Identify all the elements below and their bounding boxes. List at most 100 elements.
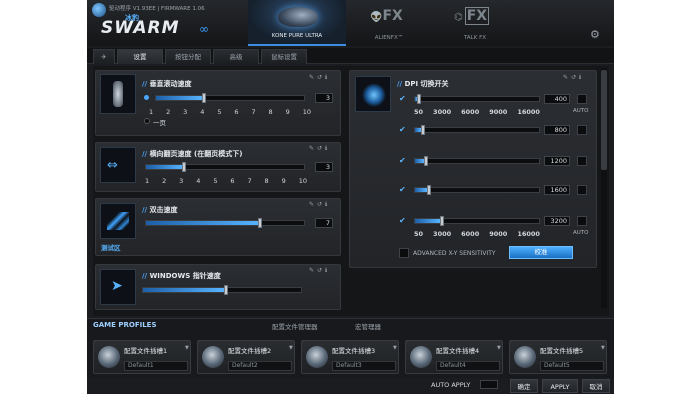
- advanced-xy-checkbox[interactable]: [399, 248, 409, 258]
- profile-slot-name: 配置文件插槽5: [540, 347, 584, 355]
- dpi-auto-checkbox[interactable]: [577, 156, 587, 166]
- chevron-down-icon[interactable]: ▼: [289, 345, 293, 351]
- dpi-slider[interactable]: [414, 94, 540, 104]
- alienfx-logo-icon: 👽FX: [370, 8, 403, 24]
- vertical-scroll-value[interactable]: 3: [315, 93, 333, 103]
- double-click-value[interactable]: 7: [315, 218, 333, 228]
- panel-actions[interactable]: ✎↺ℹ: [309, 74, 330, 81]
- dpi-checkbox-icon[interactable]: ✔: [399, 156, 406, 165]
- panel-actions[interactable]: ✎↺ℹ: [309, 267, 330, 274]
- dpi-checkbox-icon[interactable]: ✔: [399, 94, 406, 103]
- scroll-wheel-thumb-icon: [100, 74, 136, 114]
- dpi-checkbox-icon[interactable]: ✔: [399, 125, 406, 134]
- macro-manager-link[interactable]: 宏管理器: [355, 321, 381, 331]
- swarm-mark-icon: ∞: [199, 22, 209, 36]
- profile-default-field[interactable]: Default1: [124, 361, 188, 371]
- profiles-title: GAME PROFILES: [93, 321, 157, 329]
- auto-apply-label: AUTO APPLY: [431, 381, 471, 389]
- settings-gear-icon[interactable]: ⚙: [590, 28, 600, 41]
- version-label: 驱动程序 V1.93EE | FIRMWARE 1.06: [109, 6, 205, 12]
- ok-button[interactable]: 确定: [510, 379, 538, 393]
- dpi-slider[interactable]: [414, 185, 540, 195]
- panel-actions[interactable]: ✎↺ℹ: [309, 201, 330, 208]
- panel-title: // 横向翻页速度 (在翻页模式下): [142, 150, 243, 158]
- dpi-auto-label: AUTO: [573, 108, 589, 114]
- radio-scroll-lines[interactable]: [144, 95, 149, 100]
- dpi-slider[interactable]: [414, 216, 540, 226]
- tab-talkfx[interactable]: ⌬ FX TALK FX: [440, 0, 510, 46]
- cancel-button[interactable]: 取消: [582, 379, 610, 393]
- profile-slot[interactable]: 配置文件插槽3 ▼ Default3: [301, 340, 399, 374]
- dpi-auto-checkbox[interactable]: [577, 94, 587, 104]
- tab-button-assign[interactable]: 按钮分配: [165, 49, 211, 64]
- pin-tab[interactable]: ✈: [93, 49, 115, 64]
- panel-actions[interactable]: ✎↺ℹ: [563, 74, 584, 81]
- advanced-xy-label: ADVANCED X-Y SENSITIVITY: [413, 250, 496, 257]
- profile-mouse-icon: [410, 346, 432, 368]
- horizontal-arrows-icon: ⇔: [100, 147, 136, 183]
- dpi-slider[interactable]: [414, 125, 540, 135]
- dpi-ticks: 50 3000 6000 9000 16000: [414, 108, 540, 116]
- tab-settings[interactable]: 设置: [117, 49, 163, 64]
- dpi-auto-checkbox[interactable]: [577, 216, 587, 226]
- brand-title: SWARM: [101, 18, 180, 38]
- chevron-down-icon[interactable]: ▼: [601, 345, 605, 351]
- dpi-auto-checkbox[interactable]: [577, 185, 587, 195]
- panel-title: // 垂直滚动速度: [142, 80, 192, 88]
- chevron-down-icon[interactable]: ▼: [393, 345, 397, 351]
- profile-slot-name: 配置文件插槽3: [332, 347, 376, 355]
- apply-button[interactable]: APPLY: [542, 379, 578, 393]
- profile-default-field[interactable]: Default5: [540, 361, 604, 371]
- tab-label: TALK FX: [463, 35, 487, 41]
- dpi-ticks: 50 3000 6000 9000 16000: [414, 230, 540, 238]
- dpi-value[interactable]: 400: [544, 94, 570, 104]
- double-click-slider[interactable]: [145, 218, 305, 228]
- roccat-logo-icon: [92, 3, 106, 17]
- scrollbar-thumb[interactable]: [601, 70, 607, 170]
- dpi-checkbox-icon[interactable]: ✔: [399, 216, 406, 225]
- chevron-down-icon[interactable]: ▼: [185, 345, 189, 351]
- horizontal-scroll-slider[interactable]: [145, 162, 305, 172]
- radio-one-page-label: 一页: [153, 119, 166, 127]
- dpi-auto-checkbox[interactable]: [577, 125, 587, 135]
- profile-default-field[interactable]: Default3: [332, 361, 396, 371]
- app-window: 驱动程序 V1.93EE | FIRMWARE 1.06 冰豹 SWARM ∞ …: [87, 0, 614, 394]
- dpi-value[interactable]: 1600: [544, 185, 570, 195]
- dpi-checkbox-icon[interactable]: ✔: [399, 185, 406, 194]
- profile-mouse-icon: [202, 346, 224, 368]
- dpi-sensor-icon: [355, 76, 391, 112]
- horizontal-scroll-value[interactable]: 3: [315, 162, 333, 172]
- profile-default-field[interactable]: Default4: [436, 361, 500, 371]
- profile-slot[interactable]: 配置文件插槽5 ▼ Default5: [509, 340, 607, 374]
- dpi-value[interactable]: 800: [544, 125, 570, 135]
- tab-mouse-settings[interactable]: 鼠标设置: [261, 49, 307, 64]
- chevron-down-icon[interactable]: ▼: [497, 345, 501, 351]
- profile-mouse-icon: [98, 346, 120, 368]
- dpi-slider[interactable]: [414, 156, 540, 166]
- dpi-value[interactable]: 1200: [544, 156, 570, 166]
- profile-slot[interactable]: 配置文件插槽2 ▼ Default2: [197, 340, 295, 374]
- profile-slot-name: 配置文件插槽4: [436, 347, 480, 355]
- profile-slot[interactable]: 配置文件插槽4 ▼ Default4: [405, 340, 503, 374]
- auto-apply-toggle[interactable]: [480, 380, 498, 389]
- panel-actions[interactable]: ✎↺ℹ: [309, 145, 330, 152]
- vertical-scroll-ticks: 1 2 3 4 5 6 7 8 9 10: [149, 108, 311, 116]
- profile-default-field[interactable]: Default2: [228, 361, 292, 371]
- horizontal-scroll-ticks: 1 2 3 4 5 6 7 8 9 10: [145, 177, 307, 185]
- vertical-scroll-slider[interactable]: [155, 93, 305, 103]
- profile-slot[interactable]: 配置文件插槽1 ▼ Default1: [93, 340, 191, 374]
- pin-icon: ✈: [101, 53, 107, 61]
- test-area-label: 测试区: [101, 244, 121, 252]
- calibrate-button[interactable]: 校准: [509, 246, 573, 259]
- tab-kone-pure-ultra[interactable]: KONE PURE ULTRA: [248, 0, 346, 46]
- windows-pointer-slider[interactable]: [142, 285, 302, 295]
- tab-advanced[interactable]: 高级: [213, 49, 259, 64]
- profile-manager-link[interactable]: 配置文件管理器: [272, 321, 318, 331]
- dpi-value[interactable]: 3200: [544, 216, 570, 226]
- tab-label: KONE PURE ULTRA: [271, 33, 323, 39]
- double-click-test-icon[interactable]: [100, 203, 136, 239]
- profile-mouse-icon: [514, 346, 536, 368]
- radio-one-page[interactable]: [144, 118, 150, 124]
- tab-alienfx[interactable]: 👽FX ALIENFX™: [354, 0, 424, 46]
- talkfx-logo-icon: ⌬ FX: [454, 7, 490, 25]
